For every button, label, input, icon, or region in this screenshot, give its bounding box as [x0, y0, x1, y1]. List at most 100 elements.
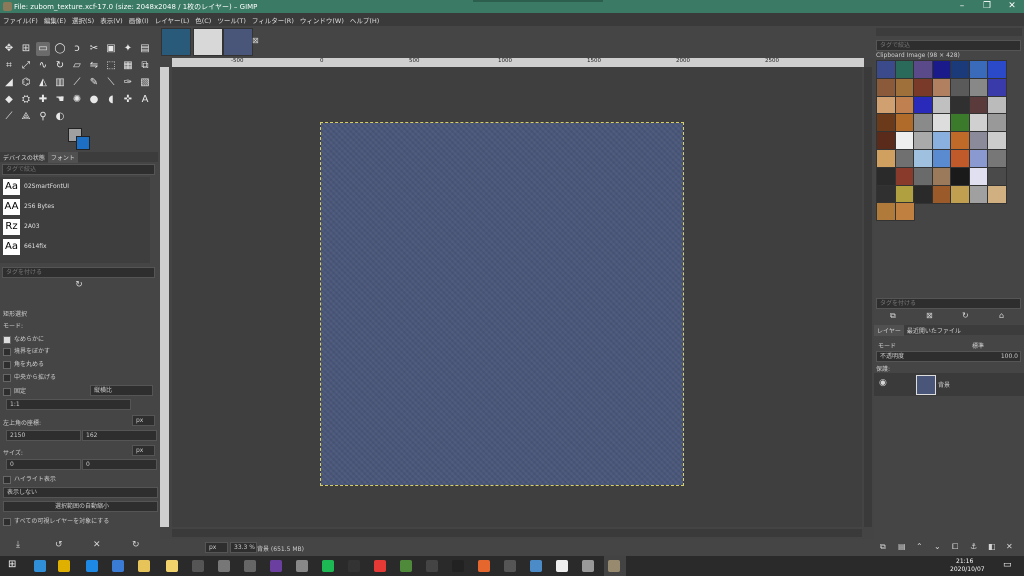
edge-icon[interactable]: [34, 560, 46, 572]
pattern-swatch[interactable]: [894, 202, 915, 221]
pattern-swatch[interactable]: [950, 149, 970, 168]
pattern-swatch[interactable]: [950, 60, 970, 79]
font-tag-filter-input[interactable]: タグで絞込: [2, 164, 155, 175]
horizontal-ruler[interactable]: -500 0 500 1000 1500 2000 2500: [172, 58, 864, 67]
pattern-swatch[interactable]: [931, 166, 952, 186]
refresh-fonts-icon[interactable]: ↻: [0, 280, 158, 290]
image-tab-thumbnail[interactable]: [193, 28, 223, 56]
pattern-swatch[interactable]: [968, 184, 989, 204]
crop-tool-icon[interactable]: ⌗: [2, 59, 16, 73]
pattern-swatch[interactable]: [987, 131, 1007, 151]
shear-tool-icon[interactable]: ▱: [70, 59, 84, 73]
menu-colors[interactable]: 色(C): [192, 13, 214, 25]
youtube-icon[interactable]: [374, 560, 386, 572]
pattern-swatch[interactable]: [931, 149, 952, 168]
expand-center-option[interactable]: 中央から拡げる: [3, 372, 56, 382]
save-options-icon[interactable]: ⤓: [16, 540, 20, 550]
opacity-slider[interactable]: 不透明度 100.0: [876, 351, 1021, 362]
image-canvas[interactable]: [320, 122, 684, 486]
antialias-option[interactable]: なめらかに: [3, 334, 44, 344]
app-icon[interactable]: [556, 560, 568, 572]
airbrush-tool-icon[interactable]: ⟍: [104, 76, 118, 90]
pattern-swatch[interactable]: [968, 166, 989, 186]
auto-shrink-button[interactable]: 選択範囲の自動縮小: [3, 501, 158, 512]
close-button[interactable]: ✕: [1000, 0, 1024, 13]
app-icon[interactable]: [478, 560, 490, 572]
menu-select[interactable]: 選択(S): [69, 13, 97, 25]
duplicate-layer-icon[interactable]: ⧠: [952, 542, 958, 552]
pattern-swatch[interactable]: [876, 95, 896, 115]
pattern-swatch[interactable]: [913, 149, 933, 168]
grid-tool-icon[interactable]: ▦: [121, 59, 135, 73]
rect-select-tool-icon[interactable]: ▭: [36, 42, 50, 56]
tab-layers[interactable]: レイヤー: [874, 325, 904, 336]
ink-tool-icon[interactable]: ✑: [121, 76, 135, 90]
tab-recent-files[interactable]: 最近開いたファイル: [904, 325, 964, 336]
vertical-scrollbar[interactable]: [864, 67, 872, 527]
app-icon[interactable]: [426, 560, 438, 572]
pattern-swatch[interactable]: [987, 60, 1007, 79]
spotify-icon[interactable]: [322, 560, 334, 572]
pattern-swatch[interactable]: [894, 149, 915, 168]
reset-options-icon[interactable]: ↻: [132, 540, 140, 550]
feather-option[interactable]: 境界をぼかす: [3, 346, 50, 356]
fuzzy-select-tool-icon[interactable]: ✦: [121, 42, 135, 56]
pattern-swatch[interactable]: [931, 113, 952, 133]
position-y-input[interactable]: 162: [82, 430, 157, 441]
color-select-tool-icon[interactable]: ▤: [138, 42, 152, 56]
mask-layer-icon[interactable]: ◧: [988, 542, 996, 551]
pattern-copy-icon[interactable]: ⧉: [890, 311, 896, 321]
menu-edit[interactable]: 編集(E): [41, 13, 69, 25]
unit-select[interactable]: px: [205, 542, 228, 553]
heal-tool-icon[interactable]: ✚: [36, 93, 50, 107]
scissors-tool-icon[interactable]: ✂: [87, 42, 101, 56]
app-icon[interactable]: [218, 560, 230, 572]
store-icon[interactable]: [192, 560, 204, 572]
bucket-fill-tool-icon[interactable]: ◢: [2, 76, 16, 90]
pattern-swatch[interactable]: [876, 166, 896, 186]
pattern-swatch[interactable]: [987, 95, 1007, 115]
layer-mode-select[interactable]: 標準: [972, 341, 984, 350]
foreground-select-tool-icon[interactable]: ▣: [104, 42, 118, 56]
font-item[interactable]: Aa 02SmartFontUI: [0, 177, 150, 197]
handle-transform-tool-icon[interactable]: ⧉: [138, 59, 152, 73]
pattern-swatch[interactable]: [968, 149, 989, 168]
pattern-swatch[interactable]: [913, 184, 933, 204]
paintbrush-tool-icon[interactable]: ⟋: [70, 76, 84, 90]
all-layers-option[interactable]: すべての可視レイヤーを対象にする: [3, 516, 109, 526]
notification-icon[interactable]: ▭: [1003, 560, 1012, 570]
text-outline-tool-icon[interactable]: ◭: [36, 76, 50, 90]
size-unit-select[interactable]: px: [132, 445, 155, 456]
pattern-refresh-icon[interactable]: ↻: [962, 311, 969, 320]
pattern-swatch[interactable]: [968, 95, 989, 115]
pattern-swatch[interactable]: [876, 131, 896, 151]
warp-transform-tool-icon[interactable]: ∿: [36, 59, 50, 73]
pattern-swatch[interactable]: [913, 113, 933, 133]
pattern-swatch[interactable]: [894, 166, 915, 186]
pattern-swatch[interactable]: [950, 77, 970, 97]
pattern-swatch[interactable]: [950, 184, 970, 204]
pattern-swatch[interactable]: [987, 149, 1007, 168]
vertical-ruler[interactable]: [160, 67, 169, 527]
measure2-tool-icon[interactable]: ⟁: [19, 110, 33, 124]
pattern-swatch[interactable]: [931, 95, 952, 115]
notes-icon[interactable]: [166, 560, 178, 572]
raise-layer-icon[interactable]: ⌃: [916, 542, 923, 551]
menu-file[interactable]: ファイル(F): [0, 13, 41, 25]
pattern-swatch[interactable]: [950, 131, 970, 151]
app-icon[interactable]: [348, 560, 360, 572]
guides-select[interactable]: 表示しない: [3, 487, 158, 498]
layer-row[interactable]: ◉ 背景: [874, 373, 1024, 396]
image-tab-thumbnail[interactable]: [161, 28, 191, 56]
pattern-swatch[interactable]: [950, 166, 970, 186]
menu-tools[interactable]: ツール(T): [214, 13, 249, 25]
pattern-swatch[interactable]: [950, 113, 970, 133]
rounded-option[interactable]: 角を丸める: [3, 359, 44, 369]
pattern-delete-icon[interactable]: ⊠: [926, 311, 933, 320]
text-tool-icon[interactable]: A: [138, 93, 152, 107]
mail-icon[interactable]: [112, 560, 124, 572]
ratio-input[interactable]: 1:1: [6, 399, 131, 410]
app-icon[interactable]: [530, 560, 542, 572]
font-item[interactable]: Aa 6614fix: [0, 237, 150, 257]
tab-device-status[interactable]: デバイスの状態: [0, 152, 48, 163]
